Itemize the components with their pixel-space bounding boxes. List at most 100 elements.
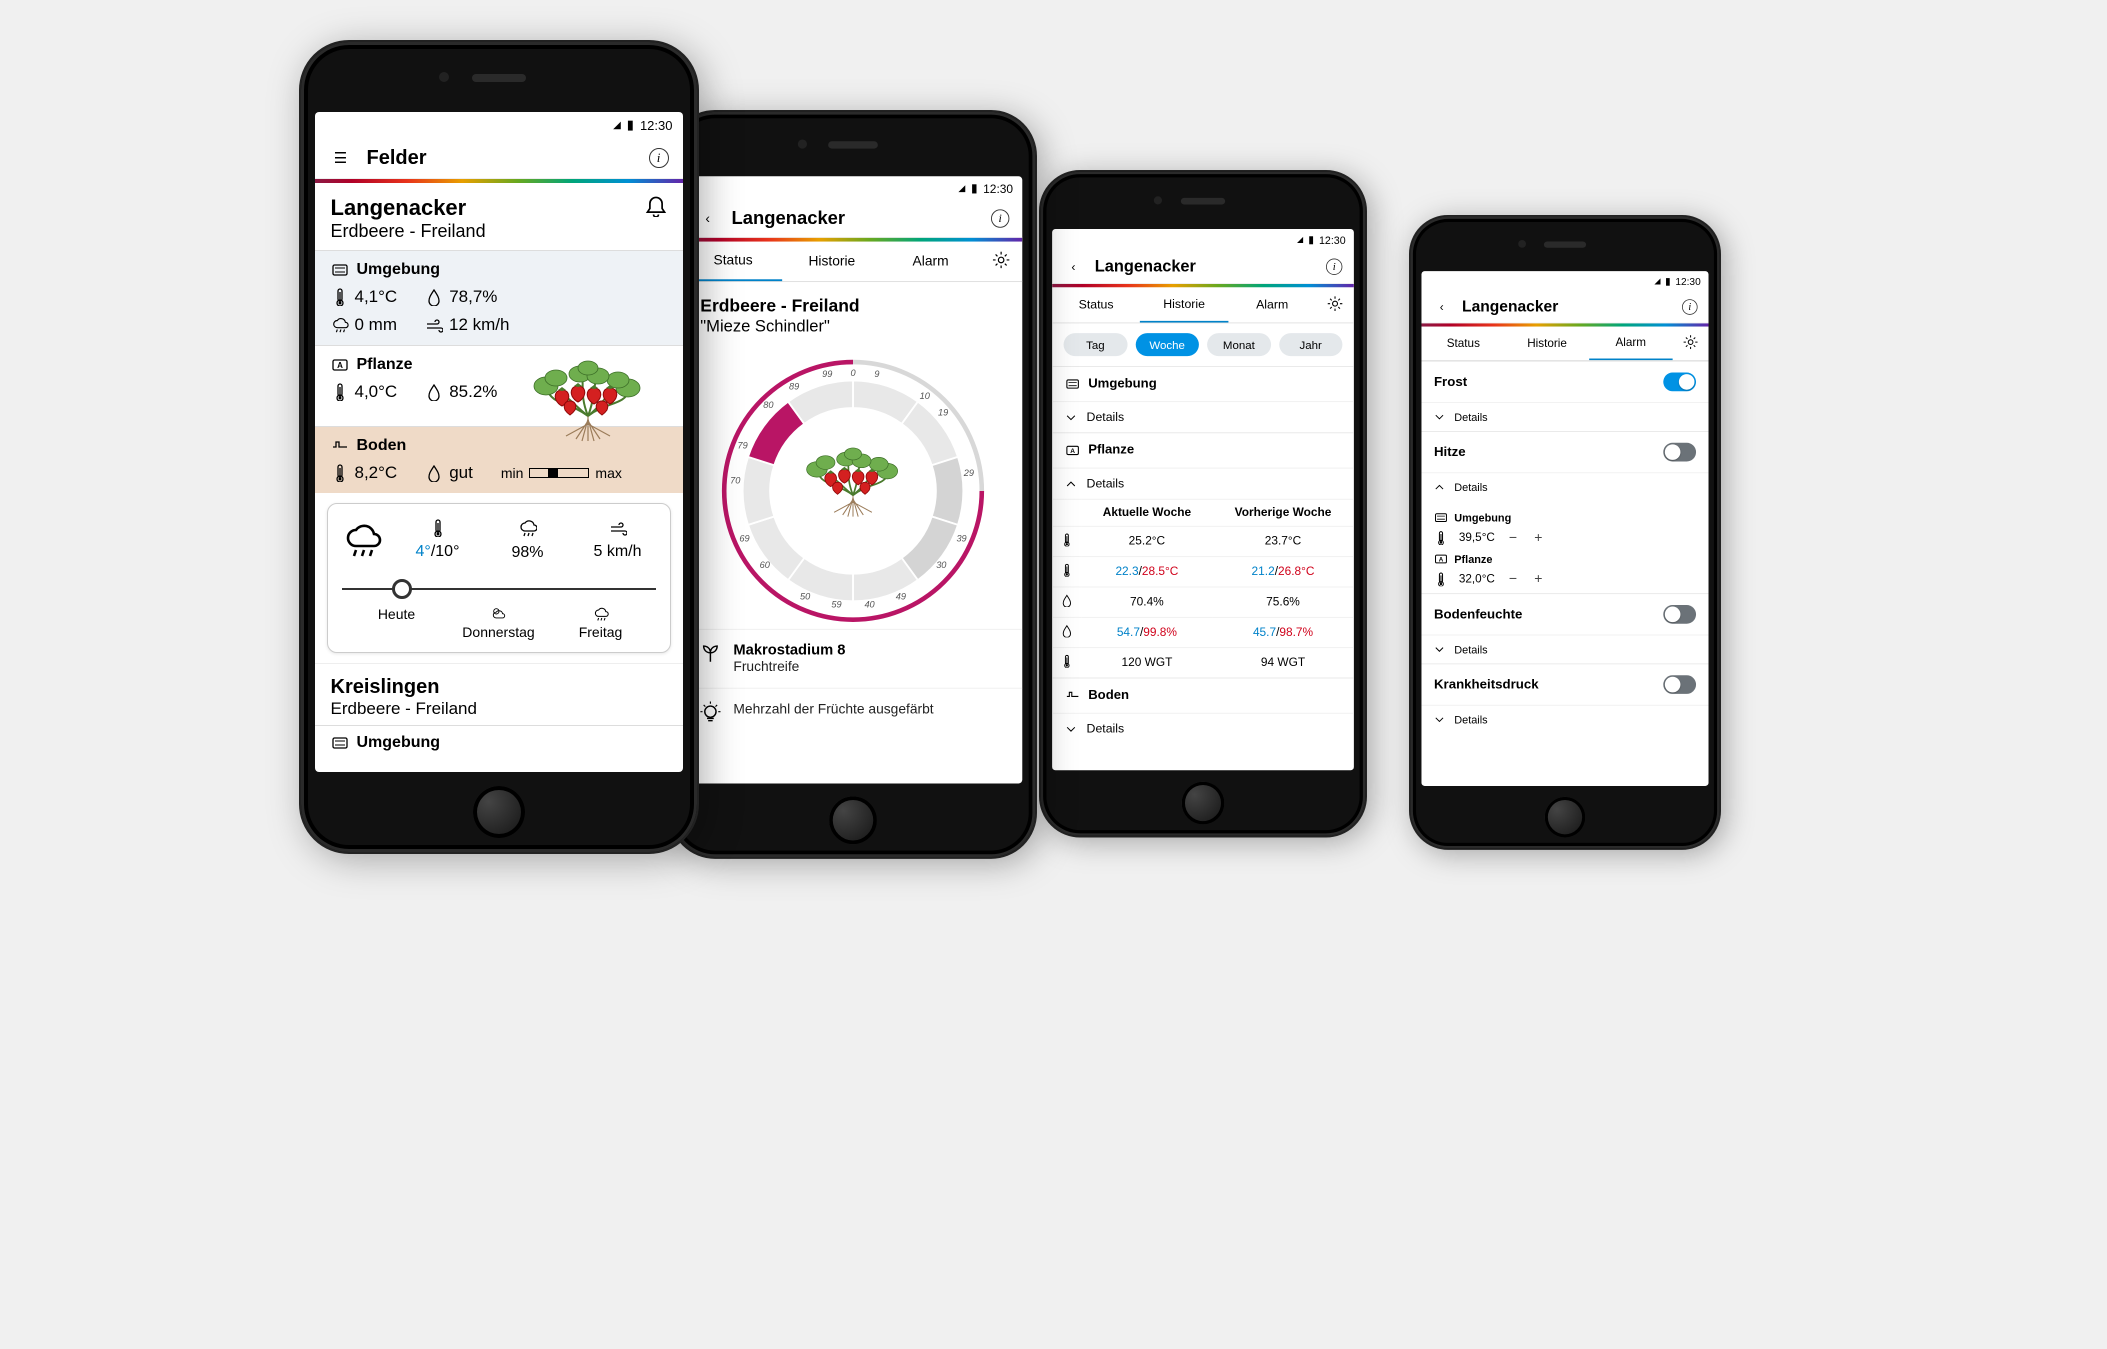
details-hitze[interactable]: Details <box>1421 472 1708 501</box>
pill-tag[interactable]: Tag <box>1063 333 1127 356</box>
thermometer-icon <box>1060 533 1073 546</box>
svg-text:29: 29 <box>962 468 973 478</box>
svg-text:19: 19 <box>938 407 948 417</box>
toggle-krankheitsdruck[interactable] <box>1663 675 1696 694</box>
minus-button[interactable]: − <box>1505 571 1519 587</box>
home-button[interactable] <box>473 786 525 838</box>
tab-historie[interactable]: Historie <box>782 242 881 280</box>
back-icon[interactable]: ‹ <box>1063 257 1083 277</box>
tab-alarm[interactable]: Alarm <box>881 242 980 280</box>
tab-historie[interactable]: Historie <box>1505 327 1589 359</box>
gear-icon[interactable] <box>1327 296 1342 311</box>
details-umgebung[interactable]: Details <box>1052 401 1354 432</box>
svg-text:79: 79 <box>737 441 747 451</box>
plus-button[interactable]: + <box>1531 571 1545 587</box>
details-pflanze[interactable]: Details <box>1052 468 1354 499</box>
svg-text:59: 59 <box>831 600 841 610</box>
back-icon[interactable]: ‹ <box>1432 298 1451 317</box>
menu-icon[interactable]: ☰ <box>329 146 353 170</box>
svg-text:40: 40 <box>864 600 875 610</box>
svg-text:0: 0 <box>850 368 856 378</box>
svg-text:10: 10 <box>919 391 930 401</box>
svg-text:69: 69 <box>739 533 749 543</box>
drop-icon <box>425 288 443 306</box>
day-slider[interactable] <box>342 574 656 604</box>
chevron-down-icon <box>1065 411 1076 422</box>
drop-icon <box>425 383 443 401</box>
tab-alarm[interactable]: Alarm <box>1588 327 1672 361</box>
toggle-hitze[interactable] <box>1663 443 1696 462</box>
drop-range-icon <box>1060 624 1073 637</box>
tab-historie[interactable]: Historie <box>1140 287 1228 322</box>
clock: 12:30 <box>640 118 673 133</box>
soil-icon <box>331 437 349 455</box>
alarm-krankheitsdruck: Krankheitsdruck <box>1421 664 1708 705</box>
bell-icon[interactable] <box>645 195 667 217</box>
section-pflanze: Pflanze 4,0°C 85.2% <box>315 345 683 426</box>
tab-status[interactable]: Status <box>1421 327 1505 359</box>
toggle-bodenfeuchte[interactable] <box>1663 605 1696 624</box>
info-icon[interactable]: i <box>1326 259 1342 275</box>
chevron-up-icon <box>1433 482 1444 493</box>
pill-monat[interactable]: Monat <box>1207 333 1271 356</box>
details-krankheitsdruck[interactable]: Details <box>1421 705 1708 734</box>
thermometer-range-icon <box>1060 564 1073 577</box>
day-thursday[interactable]: Donnerstag <box>448 606 550 640</box>
info-icon[interactable]: i <box>1682 299 1698 315</box>
thermometer-icon <box>331 464 349 482</box>
tab-status[interactable]: Status <box>1052 288 1140 322</box>
field-name: Langenacker <box>331 195 486 221</box>
alarm-frost: Frost <box>1421 361 1708 402</box>
pill-jahr[interactable]: Jahr <box>1278 333 1342 356</box>
svg-text:39: 39 <box>956 533 966 543</box>
plant-sensor-icon <box>1065 443 1080 458</box>
rain-icon <box>519 518 537 538</box>
plant-history-table: Aktuelle WocheVorherige Woche 25.2°C23.7… <box>1052 499 1354 678</box>
thermometer-icon <box>429 519 447 537</box>
thermometer-icon <box>1433 572 1447 586</box>
chevron-up-icon <box>1065 478 1076 489</box>
strawberry-illustration <box>513 346 663 446</box>
minus-button[interactable]: − <box>1505 529 1519 545</box>
chevron-down-icon <box>1433 714 1444 725</box>
info-icon[interactable]: i <box>991 209 1009 227</box>
thermometer-icon <box>331 383 349 401</box>
info-icon[interactable]: i <box>649 148 669 168</box>
battery-icon: ▮ <box>627 117 634 133</box>
details-bodenfeuchte[interactable]: Details <box>1421 635 1708 664</box>
plant-sensor-icon <box>331 356 349 374</box>
range-pills: Tag Woche Monat Jahr <box>1052 323 1354 366</box>
plus-button[interactable]: + <box>1531 529 1545 545</box>
status-bar: ◢ ▮ 12:30 <box>315 112 683 138</box>
field-crop: Erdbeere - Freiland <box>331 221 486 242</box>
rain-icon <box>331 316 349 334</box>
forecast-card: 4°/10° 98% 5 km/h <box>327 503 671 653</box>
toggle-frost[interactable] <box>1663 373 1696 392</box>
svg-text:9: 9 <box>874 369 879 379</box>
gear-icon[interactable] <box>992 251 1009 268</box>
details-boden[interactable]: Details <box>1052 713 1354 744</box>
back-icon[interactable]: ‹ <box>696 208 718 230</box>
chevron-down-icon <box>1433 412 1444 423</box>
day-friday[interactable]: Freitag <box>550 606 652 640</box>
svg-text:30: 30 <box>936 560 947 570</box>
field-kreislingen[interactable]: Kreislingen Erdbeere - Freiland <box>315 663 683 725</box>
svg-text:80: 80 <box>763 400 774 410</box>
tab-alarm[interactable]: Alarm <box>1228 288 1316 322</box>
pill-woche[interactable]: Woche <box>1135 333 1199 356</box>
details-frost[interactable]: Details <box>1421 402 1708 431</box>
sensor-icon <box>331 261 349 279</box>
home-button[interactable] <box>829 796 877 844</box>
page-title: Felder <box>367 147 635 170</box>
soil-icon <box>1065 688 1080 703</box>
home-button[interactable] <box>1181 782 1224 825</box>
bulb-icon <box>700 702 720 722</box>
alarm-bodenfeuchte: Bodenfeuchte <box>1421 593 1708 634</box>
home-button[interactable] <box>1544 797 1585 838</box>
gear-icon[interactable] <box>1683 335 1697 349</box>
svg-text:60: 60 <box>759 560 770 570</box>
app-bar: ☰ Felder i <box>315 138 683 179</box>
crop-label: Erdbeere - Freiland <box>700 297 1005 317</box>
drop-icon <box>1060 594 1073 607</box>
day-today[interactable]: Heute <box>346 606 448 640</box>
